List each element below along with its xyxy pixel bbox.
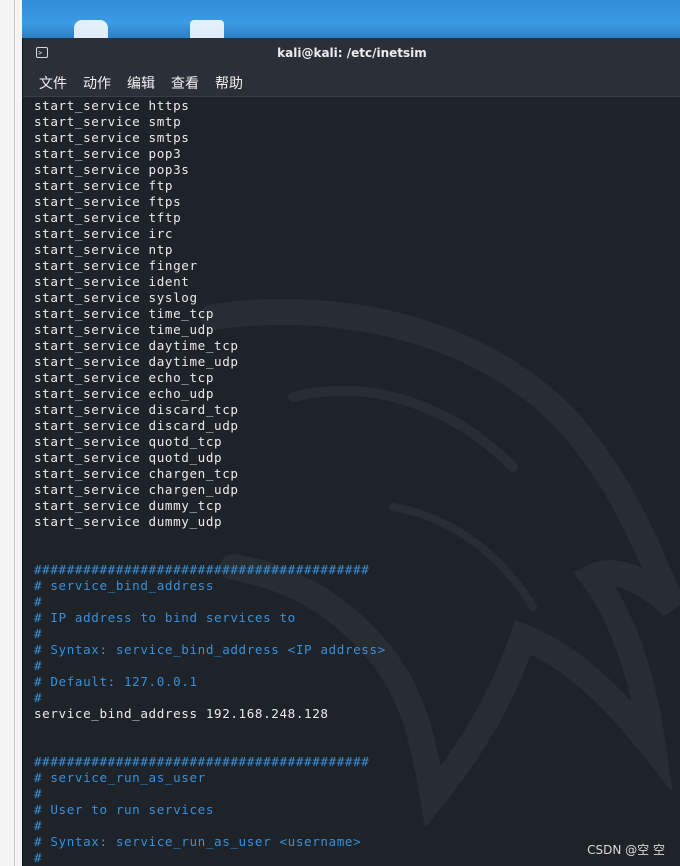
text-line: start_service discard_udp — [34, 418, 239, 433]
comment-line: # Default: 127.0.0.1 — [34, 674, 198, 689]
text-line: start_service echo_udp — [34, 386, 215, 401]
text-line: start_service echo_tcp — [34, 370, 215, 385]
comment-line: # — [34, 850, 43, 865]
comment-line: # — [34, 626, 43, 641]
text-line: start_service quotd_tcp — [34, 434, 223, 449]
desktop-background — [22, 0, 680, 54]
text-line: start_service time_tcp — [34, 306, 215, 321]
comment-line: # Syntax: service_bind_address <IP addre… — [34, 642, 386, 657]
text-line: start_service daytime_tcp — [34, 338, 239, 353]
text-line: start_service finger — [34, 258, 198, 273]
menu-help[interactable]: 帮助 — [215, 73, 243, 93]
comment-line: # — [34, 818, 43, 833]
text-line: start_service quotd_udp — [34, 450, 223, 465]
menu-action[interactable]: 动作 — [83, 73, 111, 93]
text-line: start_service discard_tcp — [34, 402, 239, 417]
text-line — [34, 738, 386, 754]
text-line: start_service syslog — [34, 290, 198, 305]
comment-line: # service_bind_address — [34, 578, 215, 593]
comment-line: # service_run_as_user — [34, 770, 206, 785]
terminal-output: start_service https start_service smtp sta… — [34, 98, 386, 866]
comment-line: ########################################… — [34, 562, 370, 577]
terminal-window[interactable]: > kali@kali: /etc/inetsim 文件 动作 编辑 查看 帮助… — [22, 38, 680, 866]
text-line: start_service pop3s — [34, 162, 190, 177]
text-line: start_service https — [34, 98, 190, 113]
menu-view[interactable]: 查看 — [171, 73, 199, 93]
text-line: start_service time_udp — [34, 322, 215, 337]
edge-divider — [14, 0, 15, 866]
menu-edit[interactable]: 编辑 — [127, 73, 155, 93]
text-line: start_service chargen_udp — [34, 482, 239, 497]
text-line: start_service ftp — [34, 178, 174, 193]
terminal-content[interactable]: start_service https start_service smtp sta… — [23, 97, 680, 866]
comment-line: # IP address to bind services to — [34, 610, 296, 625]
comment-line: # — [34, 786, 43, 801]
comment-line: ########################################… — [34, 754, 370, 769]
window-title: kali@kali: /etc/inetsim — [277, 46, 427, 60]
comment-line: # — [34, 594, 43, 609]
title-bar[interactable]: > kali@kali: /etc/inetsim — [23, 38, 680, 70]
text-line: start_service pop3 — [34, 146, 182, 161]
menu-file[interactable]: 文件 — [39, 73, 67, 93]
comment-line: # Syntax: service_run_as_user <username> — [34, 834, 362, 849]
text-line: service_bind_address 192.168.248.128 — [34, 706, 329, 721]
text-line: start_service smtp — [34, 114, 182, 129]
comment-line: # — [34, 658, 43, 673]
comment-line: # — [34, 690, 43, 705]
text-line: start_service ident — [34, 274, 190, 289]
text-line: start_service dummy_udp — [34, 514, 223, 529]
text-line — [34, 530, 386, 546]
text-line: start_service ntp — [34, 242, 174, 257]
text-line: start_service chargen_tcp — [34, 466, 239, 481]
text-line: start_service irc — [34, 226, 174, 241]
left-window-edge — [0, 0, 23, 866]
menu-bar: 文件 动作 编辑 查看 帮助 — [23, 70, 680, 97]
text-line: start_service tftp — [34, 210, 182, 225]
text-line — [34, 546, 386, 562]
text-line: start_service dummy_tcp — [34, 498, 223, 513]
csdn-watermark: CSDN @空 空 — [587, 843, 665, 857]
text-line: start_service daytime_udp — [34, 354, 239, 369]
text-line: start_service smtps — [34, 130, 190, 145]
text-line — [34, 722, 386, 738]
text-line: start_service ftps — [34, 194, 182, 209]
comment-line: # User to run services — [34, 802, 215, 817]
